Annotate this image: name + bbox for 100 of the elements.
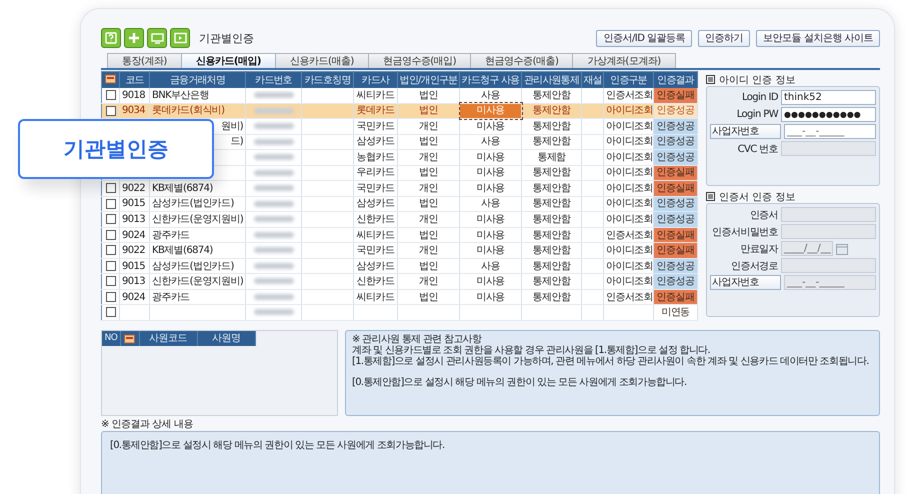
tab[interactable]: 신용카드(매입) bbox=[180, 53, 276, 68]
row-checkbox[interactable] bbox=[106, 106, 116, 116]
table-cell: 9024 bbox=[122, 230, 146, 241]
status-cell: 인증실패 bbox=[654, 180, 698, 196]
row-checkbox[interactable] bbox=[106, 214, 116, 224]
column-header: 코드 bbox=[120, 72, 150, 88]
field-label: 인증서경로 bbox=[730, 260, 778, 272]
login-id-field[interactable]: think52 bbox=[781, 90, 876, 105]
table-cell: 개인 bbox=[419, 276, 438, 288]
table-cell: 인증서조회 bbox=[606, 230, 654, 241]
table-cell: BNK부산은행 bbox=[152, 90, 209, 101]
toolbar-button[interactable]: 인증서/ID 일괄등록 bbox=[596, 30, 692, 46]
row-checkbox[interactable] bbox=[106, 90, 116, 100]
table-cell: 개인 bbox=[419, 182, 438, 194]
field-label: 만료일자 bbox=[739, 242, 778, 256]
password-field[interactable]: ●●●●●●●●●●● bbox=[781, 107, 876, 122]
table-cell: 9018 bbox=[122, 90, 146, 101]
section-title: ※ 인증결과 상세 내용 bbox=[101, 419, 194, 431]
table-cell: 롯데카드 bbox=[356, 105, 394, 116]
blurred-card-number bbox=[254, 309, 294, 316]
business-number-field[interactable]: ___-__-_____ bbox=[784, 275, 876, 290]
table-cell: 사용 bbox=[481, 198, 500, 210]
table-cell: 아이디조회 bbox=[606, 260, 654, 272]
table-cell: 아이디조회 bbox=[606, 136, 654, 148]
table-cell: 통제함 bbox=[537, 152, 566, 163]
table-cell: 신한카드(운영지원비) bbox=[152, 214, 244, 225]
toolbar-button[interactable]: 보안모듈 설치은행 사이트 bbox=[756, 30, 880, 46]
table-cell: 9022 bbox=[122, 245, 146, 256]
table-cell: 신한카드 bbox=[356, 276, 394, 288]
table-cell: 신한카드(운영지원비) bbox=[152, 276, 244, 288]
table-cell: 개인 bbox=[419, 120, 438, 132]
detail-text: [0.통제안함]으로 설정시 해당 메뉴의 권한이 있는 모든 사원에게 조회가능합니다. bbox=[110, 440, 446, 451]
table-cell: 9024 bbox=[122, 292, 146, 303]
table-cell: 법인 bbox=[419, 136, 438, 148]
table-settings-icon bbox=[105, 74, 116, 84]
row-checkbox[interactable] bbox=[106, 307, 116, 318]
table-cell: 미사용 bbox=[476, 245, 505, 256]
table-cell: 국민카드 bbox=[356, 182, 394, 194]
status-cell: 미연동 bbox=[654, 304, 698, 320]
table-cell: 법인 bbox=[419, 230, 438, 241]
business-number-field[interactable]: ___-__-_____ bbox=[784, 124, 876, 139]
certificate-field[interactable] bbox=[781, 207, 876, 222]
blurred-card-number bbox=[254, 247, 294, 254]
row-checkbox[interactable] bbox=[106, 198, 116, 209]
status-cell: 인증실패 bbox=[654, 88, 698, 103]
table-cell: 법인 bbox=[419, 292, 438, 303]
certificate-password-field[interactable] bbox=[781, 224, 876, 239]
toolbar-button[interactable]: 인증하기 bbox=[698, 30, 750, 46]
blurred-card-number bbox=[254, 185, 294, 192]
table-cell: 광주카드 bbox=[152, 230, 190, 241]
table-cell: 아이디조회 bbox=[606, 182, 654, 194]
table-cell: 법인 bbox=[419, 167, 438, 178]
table-cell: 9022 bbox=[122, 182, 146, 194]
cvc-field[interactable] bbox=[781, 141, 876, 156]
notice-text: 계좌 및 신용카드별로 조회 권한을 사용할 경우 관리사원을 [1.통제함]으로 설정 합니다. bbox=[352, 345, 712, 356]
table-cell: 통제안함 bbox=[532, 167, 570, 178]
help-button[interactable] bbox=[101, 28, 121, 48]
row-checkbox[interactable] bbox=[106, 260, 116, 271]
table-cell: 신한카드 bbox=[356, 214, 394, 225]
field-label: CVC 번호 bbox=[736, 142, 778, 156]
table-cell: 삼성카드(법인카드) bbox=[152, 260, 234, 272]
row-checkbox[interactable] bbox=[106, 183, 116, 194]
dropdown[interactable]: 사업자번호 bbox=[710, 124, 781, 139]
tab[interactable]: 신용카드(매출) bbox=[274, 53, 369, 68]
status-cell: 인증성공 bbox=[654, 274, 698, 290]
row-checkbox[interactable] bbox=[106, 276, 116, 286]
notice-text: [1.통제함]으로 설정시 관리사원등록이 가능하며, 관련 메뉴에서 하당 관리사원이 속한 계좌 및 신용카드 데이터만 조회됩니다. bbox=[352, 356, 870, 367]
table-cell: 광주카드 bbox=[152, 292, 190, 303]
add-button[interactable] bbox=[124, 28, 144, 48]
row-checkbox[interactable] bbox=[106, 230, 116, 240]
field-label: Login ID bbox=[740, 92, 778, 103]
table-cell: 삼성카드(법인카드) bbox=[152, 198, 234, 210]
table-cell: 법인 bbox=[419, 105, 438, 116]
monitor-button[interactable] bbox=[147, 28, 167, 48]
status-cell: 인증성공 bbox=[654, 196, 698, 212]
play-button[interactable] bbox=[170, 28, 190, 48]
tab[interactable]: 현금영수증(매입) bbox=[368, 53, 472, 68]
dropdown[interactable]: 사업자번호 bbox=[710, 275, 781, 290]
tab[interactable]: 현금영수증(매출) bbox=[470, 53, 574, 68]
table-cell: 9013 bbox=[122, 276, 146, 288]
expiry-date-field[interactable]: ____/__/__ bbox=[781, 241, 833, 256]
status-cell: 인증성공 bbox=[654, 258, 698, 274]
table-cell: 법인 bbox=[419, 90, 438, 101]
row-checkbox[interactable] bbox=[106, 292, 116, 302]
row-checkbox[interactable] bbox=[106, 245, 116, 256]
certificate-path-field[interactable] bbox=[781, 258, 876, 273]
blurred-card-number bbox=[254, 216, 294, 222]
notice-text: [0.통제안함]으로 설정시 해당 메뉴의 권한이 있는 모든 사원에게 조회가능합니다. bbox=[352, 377, 688, 388]
column-header: 인증결과 bbox=[654, 72, 698, 88]
table-cell: 아이디조회 bbox=[606, 167, 654, 178]
column-header: 법인/개인구분 bbox=[398, 72, 460, 88]
table-cell: 인증서조회 bbox=[606, 90, 654, 101]
table-cell: 미사용 bbox=[476, 152, 505, 163]
table-cell: 드) bbox=[230, 136, 243, 148]
status-cell: 인증성공 bbox=[654, 212, 698, 228]
tab[interactable]: 가상계좌(모계좌) bbox=[572, 53, 676, 68]
table-cell: 법인 bbox=[419, 260, 438, 272]
table-cell: 삼성카드 bbox=[356, 260, 394, 272]
callout-label: 기관별인증 bbox=[18, 119, 214, 179]
tab[interactable]: 통장(계좌) bbox=[107, 53, 182, 68]
